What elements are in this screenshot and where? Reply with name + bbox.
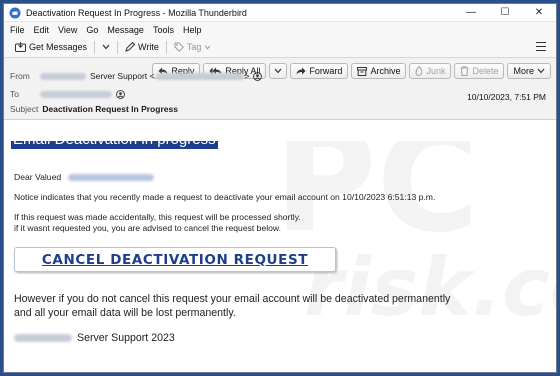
- subject-row: Subject Deactivation Request In Progress: [10, 104, 178, 114]
- chevron-down-icon: [274, 68, 282, 74]
- greeting: Dear Valued: [14, 172, 62, 182]
- to-label: To: [10, 89, 19, 99]
- watermark-bottom: risk.com: [304, 241, 556, 334]
- write-label: Write: [138, 42, 159, 52]
- thunderbird-window: Deactivation Request In Progress - Mozil…: [3, 3, 557, 373]
- to-row: To: [10, 89, 125, 99]
- forward-button[interactable]: Forward: [290, 63, 349, 79]
- title-bar: Deactivation Request In Progress - Mozil…: [4, 4, 556, 22]
- pencil-icon: [125, 42, 136, 52]
- more-label: More: [513, 66, 534, 76]
- toolbar-divider: [117, 40, 119, 54]
- toolbar-divider: [94, 40, 96, 54]
- greeting-line: Dear Valued: [14, 172, 154, 182]
- close-button[interactable]: ✕: [522, 4, 556, 22]
- warning-line-2: and all your email data will be lost per…: [14, 307, 236, 319]
- junk-label: Junk: [426, 66, 446, 76]
- chevron-down-icon: [537, 68, 545, 74]
- archive-box-icon: [357, 66, 368, 76]
- thunderbird-logo-icon: [9, 7, 21, 19]
- menu-message[interactable]: Message: [107, 25, 144, 35]
- forward-label: Forward: [309, 66, 343, 76]
- from-name[interactable]: Server Support <: [90, 71, 155, 81]
- menu-bar: File Edit View Go Message Tools Help: [4, 22, 556, 37]
- redacted-recipient-name: [67, 174, 154, 182]
- menu-file[interactable]: File: [10, 25, 25, 35]
- app-menu-icon[interactable]: [536, 41, 546, 52]
- redacted-sender-address: [155, 72, 244, 80]
- watermark-top: PC: [274, 141, 479, 264]
- contact-icon[interactable]: [116, 89, 125, 99]
- write-button[interactable]: Write: [122, 39, 162, 55]
- from-row: From Server Support < >: [10, 71, 263, 81]
- chevron-down-icon: [102, 44, 110, 50]
- message-date: 10/10/2023, 7:51 PM: [467, 92, 546, 102]
- menu-help[interactable]: Help: [183, 25, 202, 35]
- delete-button[interactable]: Delete: [454, 63, 505, 79]
- subject-label: Subject: [10, 104, 39, 114]
- window-title: Deactivation Request In Progress - Mozil…: [26, 7, 247, 18]
- email-headline: Email Deactivation in progress: [11, 141, 218, 149]
- redacted-signature-domain: [14, 334, 72, 342]
- accidental-line-2: if it wasnt requested you, you are advis…: [14, 223, 282, 233]
- message-body: PC risk.com Email Deactivation in progre…: [4, 141, 556, 372]
- more-button[interactable]: More: [507, 63, 551, 79]
- menu-go[interactable]: Go: [86, 25, 98, 35]
- toolbar-divider: [165, 40, 167, 54]
- accidental-line-1: If this request was made accidentally, t…: [14, 212, 301, 222]
- get-messages-button[interactable]: Get Messages: [12, 39, 90, 55]
- menu-tools[interactable]: Tools: [153, 25, 174, 35]
- cancel-deactivation-link[interactable]: CANCEL DEACTIVATION REQUEST: [42, 252, 308, 268]
- junk-flame-icon: [415, 66, 423, 76]
- archive-label: Archive: [370, 66, 401, 76]
- forward-arrow-icon: [296, 67, 306, 75]
- inbox-download-icon: [15, 42, 26, 52]
- chevron-down-icon: [204, 45, 211, 50]
- warning-line-1: However if you do not cancel this reques…: [14, 293, 451, 305]
- message-header-pane: Reply Reply All Forward Archive Junk Del…: [4, 58, 556, 120]
- junk-button[interactable]: Junk: [409, 63, 452, 79]
- subject-value: Deactivation Request In Progress: [42, 104, 178, 114]
- signature: Server Support 2023: [77, 332, 175, 344]
- redacted-sender-name: [40, 72, 86, 80]
- maximize-button[interactable]: ☐: [488, 4, 522, 22]
- tag-button[interactable]: Tag: [171, 39, 215, 55]
- get-messages-dropdown[interactable]: [99, 39, 113, 55]
- from-end: >: [244, 71, 250, 81]
- signature-line: Server Support 2023: [14, 332, 175, 344]
- notice-text: Notice indicates that you recently made …: [14, 192, 436, 202]
- menu-edit[interactable]: Edit: [34, 25, 50, 35]
- from-label: From: [10, 71, 30, 81]
- menu-view[interactable]: View: [58, 25, 77, 35]
- tag-icon: [174, 42, 184, 52]
- tag-label: Tag: [186, 42, 202, 52]
- trash-icon: [460, 66, 469, 76]
- delete-label: Delete: [472, 66, 499, 76]
- cancel-deactivation-button[interactable]: CANCEL DEACTIVATION REQUEST: [14, 247, 336, 272]
- get-messages-label: Get Messages: [29, 42, 88, 52]
- reply-all-dropdown[interactable]: [269, 63, 288, 79]
- archive-button[interactable]: Archive: [351, 63, 407, 79]
- minimize-button[interactable]: —: [454, 4, 488, 22]
- redacted-recipient: [40, 90, 112, 98]
- contact-icon[interactable]: [253, 71, 263, 81]
- main-toolbar: Get Messages Write Tag: [4, 37, 556, 58]
